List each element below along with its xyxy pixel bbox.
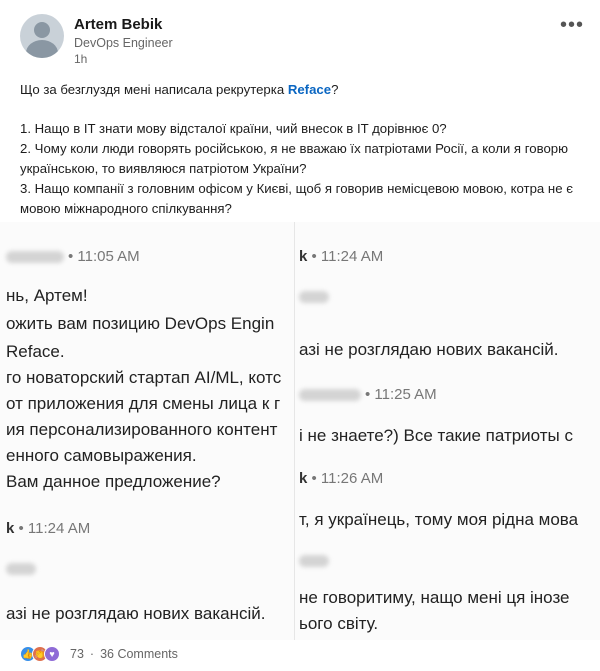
social-counts: 👍 👏 ♥ 73 · 36 Comments xyxy=(20,646,178,662)
author-headline: DevOps Engineer xyxy=(74,36,173,50)
chat-line: Reface. xyxy=(6,342,65,361)
chat-meta: k • 11:26 AM xyxy=(299,470,384,487)
ellipsis-icon[interactable]: ••• xyxy=(560,14,584,37)
avatar-body xyxy=(26,40,58,58)
avatar[interactable] xyxy=(20,14,64,58)
chat-blurred-line xyxy=(6,560,40,577)
chat-panel-left: • 11:05 AM нь, Артем! ожить вам позицию … xyxy=(0,222,294,640)
reaction-count[interactable]: 73 xyxy=(70,647,84,661)
chat-line: азі не розглядаю нових вакансій. xyxy=(6,604,266,623)
chat-meta: • 11:25 AM xyxy=(299,386,437,403)
post-text: Що за безглуздя мені написала рекрутерка… xyxy=(20,80,580,219)
chat-line: Вам данное предложение? xyxy=(6,472,221,491)
mention-link[interactable]: Reface xyxy=(288,82,331,97)
comments-count[interactable]: 36 Comments xyxy=(100,647,178,661)
post-point-2: 2. Чому коли люди говорять російською, я… xyxy=(20,141,569,176)
chat-line: ия персонализированного контент xyxy=(6,420,278,439)
chat-blurred-line xyxy=(299,552,333,569)
chat-line: го новаторский стартап AI/ML, котс xyxy=(6,368,282,387)
chat-screenshot-image[interactable]: • 11:05 AM нь, Артем! ожить вам позицию … xyxy=(0,222,600,640)
post-card: Artem Bebik DevOps Engineer 1h ••• Що за… xyxy=(0,0,600,671)
chat-meta: • 11:05 AM xyxy=(6,248,140,265)
chat-line: азі не розглядаю нових вакансій. xyxy=(299,340,559,359)
author-name[interactable]: Artem Bebik xyxy=(74,16,162,33)
chat-line: от приложения для смены лица к г xyxy=(6,394,281,413)
post-intro: Що за безглуздя мені написала рекрутерка… xyxy=(20,82,339,97)
support-icon: ♥ xyxy=(44,646,60,662)
post-point-3: 3. Нащо компанії з головним офісом у Киє… xyxy=(20,181,573,216)
chat-line: енного самовыражения. xyxy=(6,446,197,465)
chat-line: ього світу. xyxy=(299,614,379,633)
chat-panel-right: k • 11:24 AM азі не розглядаю нових вака… xyxy=(294,222,600,640)
avatar-head xyxy=(34,22,50,38)
chat-blurred-line xyxy=(299,288,333,305)
chat-meta: k • 11:24 AM xyxy=(299,248,384,265)
chat-line: т, я українець, тому моя рідна мова xyxy=(299,510,579,529)
separator-dot: · xyxy=(89,647,95,661)
chat-meta: k • 11:24 AM xyxy=(6,520,91,537)
chat-line: нь, Артем! xyxy=(6,286,88,305)
chat-line: ожить вам позицию DevOps Engin xyxy=(6,314,275,333)
reaction-icons[interactable]: 👍 👏 ♥ xyxy=(20,646,60,662)
post-time: 1h xyxy=(74,52,88,66)
chat-line: не говоритиму, нащо мені ця інозе xyxy=(299,588,570,607)
chat-line: і не знаете?) Все такие патриоты с xyxy=(299,426,573,445)
post-point-1: 1. Нащо в IT знати мову відсталої країни… xyxy=(20,121,447,136)
